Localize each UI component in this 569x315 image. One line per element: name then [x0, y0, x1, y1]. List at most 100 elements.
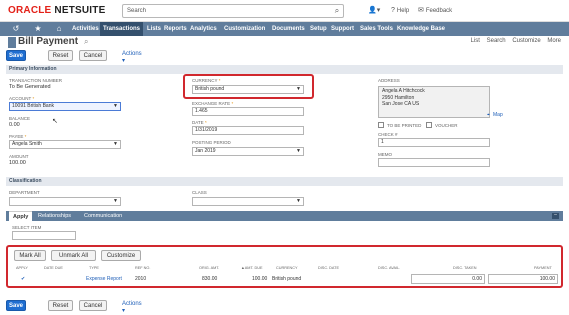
primary-information-header[interactable]: Primary Information — [6, 65, 563, 74]
address-textarea[interactable]: Angela A Hitchcock 2950 Hamilton San Jos… — [378, 86, 490, 118]
tab-communication[interactable]: Communication — [84, 211, 122, 221]
map-pin-icon[interactable]: ⌖ — [487, 112, 490, 118]
apply-checkbox-checked-icon[interactable]: ✔ — [21, 276, 25, 282]
currency-value: British pound — [195, 86, 225, 92]
column-payment[interactable]: PAYMENT — [534, 266, 552, 270]
home-icon[interactable]: ⌂ — [53, 23, 65, 35]
column-disc-taken[interactable]: DISC. TAKEN — [453, 266, 477, 270]
main-navigation: ↺ ★ ⌂ Activities Transactions Lists Repo… — [0, 22, 569, 36]
record-search-icon[interactable]: ⌕ — [84, 37, 88, 47]
feedback-icon: ✉ — [418, 7, 424, 14]
column-disc-date[interactable]: DISC. DATE — [318, 266, 339, 270]
tab-relationships[interactable]: Relationships — [38, 211, 71, 221]
cancel-button-bottom[interactable]: Cancel — [79, 300, 107, 311]
required-indicator: * — [32, 96, 35, 101]
top-header: ORACLE NETSUITE Search ⌕ 👤▾ ? Help ✉ Fee… — [0, 0, 569, 22]
column-orig-amt[interactable]: ORIG. AMT. — [199, 266, 219, 270]
nav-documents[interactable]: Documents — [272, 22, 305, 36]
column-type[interactable]: TYPE — [89, 266, 99, 270]
expense-report-link[interactable]: Expense Report — [86, 276, 122, 282]
help-label: Help — [396, 8, 410, 14]
nav-analytics[interactable]: Analytics — [190, 22, 217, 36]
search-link[interactable]: Search — [487, 38, 506, 44]
required-indicator: * — [204, 120, 207, 125]
customize-button[interactable]: Customize — [101, 250, 141, 261]
recent-records-icon[interactable]: ↺ — [10, 23, 22, 35]
required-indicator: * — [231, 101, 234, 106]
reset-button[interactable]: Reset — [48, 50, 73, 61]
nav-lists[interactable]: Lists — [147, 22, 161, 36]
posting-period-label: POSTING PERIOD — [192, 140, 231, 145]
address-line: San Jose CA US — [382, 101, 420, 107]
account-value: 10091 British Bank — [12, 103, 54, 109]
exchange-rate-input[interactable]: 1.465 — [192, 107, 304, 116]
list-link[interactable]: List — [471, 38, 480, 44]
save-label: Save — [8, 303, 23, 309]
netsuite-logo[interactable]: ORACLE NETSUITE — [8, 5, 105, 16]
department-select[interactable]: ▼ — [9, 197, 121, 206]
nav-sales-tools[interactable]: Sales Tools — [360, 22, 393, 36]
feedback-link[interactable]: ✉ Feedback — [418, 5, 452, 17]
cancel-button[interactable]: Cancel — [79, 50, 107, 61]
disc-taken-input[interactable]: 0.00 — [411, 274, 485, 284]
unmark-all-button[interactable]: Unmark All — [51, 250, 96, 261]
mark-all-button[interactable]: Mark All — [14, 250, 46, 261]
column-ref-no[interactable]: REF NO. — [135, 266, 150, 270]
balance-label: BALANCE — [9, 116, 31, 121]
actions-label: Actions — [122, 301, 142, 307]
nav-activities[interactable]: Activities — [72, 22, 99, 36]
column-disc-avail[interactable]: DISC. AVAIL. — [378, 266, 400, 270]
customize-link[interactable]: Customize — [512, 38, 540, 44]
date-input[interactable]: 1/31/2019 — [192, 126, 304, 135]
bill-payment-record-icon — [8, 37, 16, 48]
currency-label: CURRENCY * — [192, 78, 220, 83]
column-amt-due[interactable]: ▲AMT. DUE — [241, 266, 262, 270]
payee-value: Angela Smith — [12, 141, 42, 147]
currency-cell: British pound — [272, 276, 302, 282]
column-date-due[interactable]: DATE DUE — [44, 266, 63, 270]
account-select[interactable]: 10091 British Bank ▼ — [9, 102, 121, 111]
nav-setup[interactable]: Setup — [310, 22, 327, 36]
actions-menu[interactable]: Actions ▾ — [122, 51, 142, 64]
posting-period-select[interactable]: Jan 2019 ▼ — [192, 147, 304, 156]
collapse-tab-icon[interactable]: – — [552, 213, 559, 219]
help-link[interactable]: ? Help — [391, 5, 409, 17]
logo-netsuite: NETSUITE — [54, 5, 106, 16]
account-label: ACCOUNT * — [9, 96, 34, 101]
classification-header[interactable]: Classification — [6, 177, 563, 186]
check-number-input[interactable]: 1 — [378, 138, 490, 147]
actions-label: Actions — [122, 51, 142, 57]
account-label-text: ACCOUNT — [9, 96, 32, 101]
nav-reports[interactable]: Reports — [164, 22, 187, 36]
exchange-rate-label: EXCHANGE RATE * — [192, 101, 233, 106]
column-currency[interactable]: CURRENCY — [276, 266, 298, 270]
payment-input[interactable]: 100.00 — [488, 274, 558, 284]
create-new-icon[interactable]: 👤▾ — [368, 5, 380, 17]
global-search-input[interactable]: Search — [122, 4, 344, 18]
nav-transactions[interactable]: Transactions — [100, 22, 144, 36]
nav-customization[interactable]: Customization — [224, 22, 265, 36]
transaction-number-value: To Be Generated — [9, 84, 51, 90]
chevron-down-icon: ▼ — [296, 86, 301, 92]
save-button[interactable]: Save ▾ — [6, 50, 26, 69]
class-select[interactable]: ▼ — [192, 197, 304, 206]
orig-amt-cell: 830.00 — [202, 276, 218, 282]
payee-label: PAYEE * — [9, 134, 26, 139]
save-button-bottom[interactable]: Save ▾ — [6, 300, 26, 315]
memo-input[interactable] — [378, 158, 490, 167]
reset-button-bottom[interactable]: Reset — [48, 300, 73, 311]
map-link[interactable]: Map — [493, 112, 503, 118]
actions-menu-bottom[interactable]: Actions ▾ — [122, 301, 142, 314]
voucher-checkbox[interactable] — [426, 122, 432, 128]
shortcuts-star-icon[interactable]: ★ — [32, 23, 44, 35]
more-link[interactable]: More — [547, 38, 561, 44]
tab-apply[interactable]: Apply — [9, 211, 33, 221]
payee-select[interactable]: Angela Smith ▼ — [9, 140, 121, 149]
to-be-printed-checkbox[interactable] — [378, 122, 384, 128]
search-icon[interactable]: ⌕ — [331, 5, 343, 17]
currency-select[interactable]: British pound ▼ — [192, 85, 304, 94]
select-item-input[interactable] — [12, 231, 76, 240]
chevron-down-icon: ▼ — [113, 141, 118, 147]
nav-support[interactable]: Support — [331, 22, 354, 36]
nav-knowledge-base[interactable]: Knowledge Base — [397, 22, 445, 36]
